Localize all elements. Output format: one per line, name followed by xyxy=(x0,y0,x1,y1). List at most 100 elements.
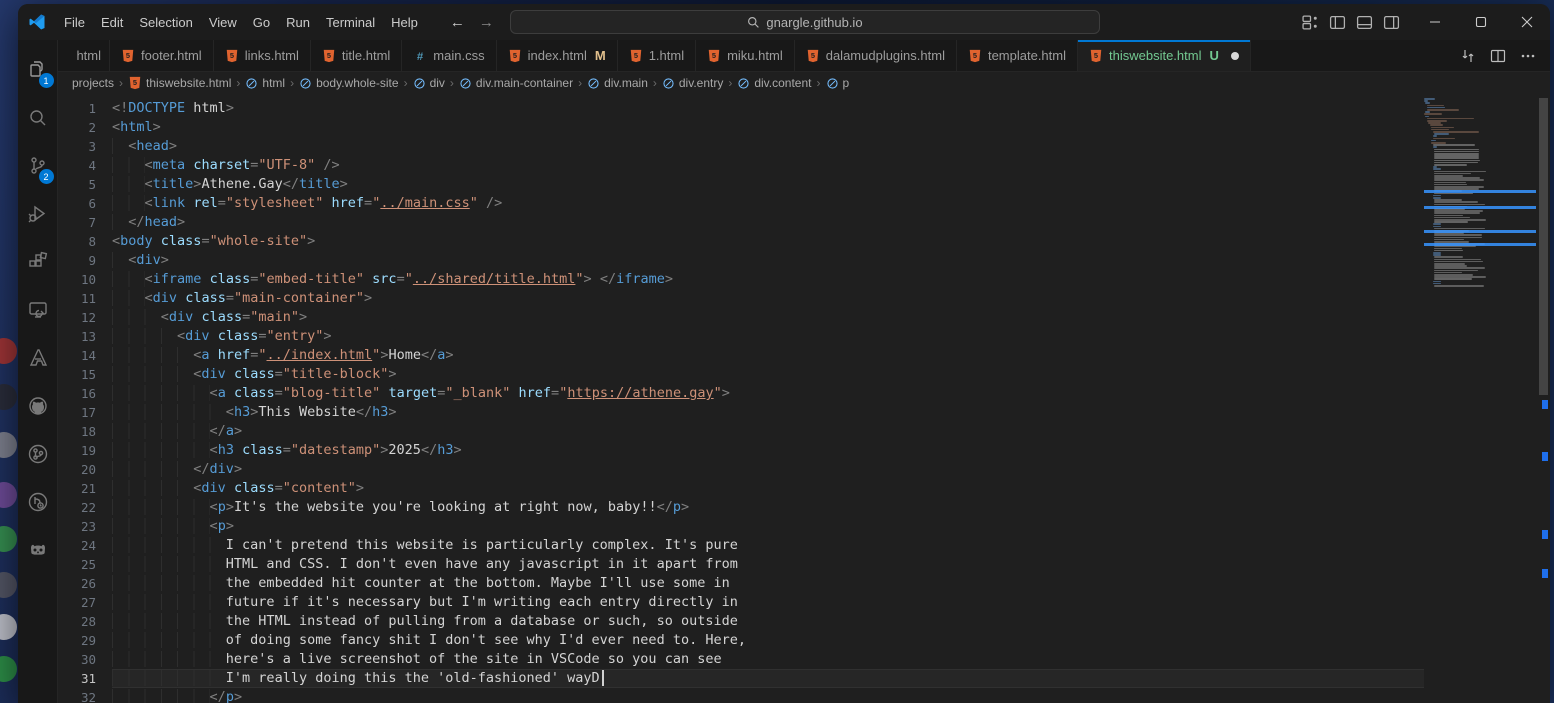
code-line-content[interactable]: <title>Athene.Gay</title> xyxy=(112,175,1424,194)
code-line-content[interactable]: <div class="title-block"> xyxy=(112,365,1424,384)
line-number[interactable]: 18 xyxy=(58,422,112,441)
line-number[interactable]: 31 xyxy=(58,669,112,688)
line-number[interactable]: 9 xyxy=(58,251,112,270)
code-line-10[interactable]: 10 <iframe class="embed-title" src="../s… xyxy=(58,270,1424,289)
menu-view[interactable]: View xyxy=(201,11,245,34)
activity-git-graph[interactable] xyxy=(18,430,58,478)
line-number[interactable]: 30 xyxy=(58,650,112,669)
line-number[interactable]: 13 xyxy=(58,327,112,346)
code-line-21[interactable]: 21 <div class="content"> xyxy=(58,479,1424,498)
code-line-27[interactable]: 27 future if it's necessary but I'm writ… xyxy=(58,593,1424,612)
menu-go[interactable]: Go xyxy=(245,11,278,34)
code-line-content[interactable]: the embedded hit counter at the bottom. … xyxy=(112,574,1424,593)
toggle-panel-icon[interactable] xyxy=(1356,14,1373,31)
open-changes-icon[interactable] xyxy=(1460,48,1476,64)
forward-button[interactable]: → xyxy=(479,14,494,31)
line-number[interactable]: 11 xyxy=(58,289,112,308)
line-number[interactable]: 24 xyxy=(58,536,112,555)
unsaved-dot-icon[interactable] xyxy=(1231,52,1239,60)
line-number[interactable]: 26 xyxy=(58,574,112,593)
tab-title.html[interactable]: 5title.html xyxy=(311,40,402,71)
code-line-content[interactable]: <div class="entry"> xyxy=(112,327,1424,346)
split-editor-icon[interactable] xyxy=(1490,48,1506,64)
menu-selection[interactable]: Selection xyxy=(131,11,200,34)
activity-search[interactable] xyxy=(18,94,58,142)
tab-1.html[interactable]: 51.html xyxy=(618,40,696,71)
breadcrumb-item-projects[interactable]: projects xyxy=(72,76,114,90)
code-line-24[interactable]: 24 I can't pretend this website is parti… xyxy=(58,536,1424,555)
code-line-content[interactable]: <p> xyxy=(112,517,1424,536)
line-number[interactable]: 10 xyxy=(58,270,112,289)
code-line-content[interactable]: <div class="main"> xyxy=(112,308,1424,327)
code-line-content[interactable]: </p> xyxy=(112,688,1424,703)
code-line-16[interactable]: 16 <a class="blog-title" target="_blank"… xyxy=(58,384,1424,403)
line-number[interactable]: 3 xyxy=(58,137,112,156)
code-line-content[interactable]: <a class="blog-title" target="_blank" hr… xyxy=(112,384,1424,403)
close-button[interactable] xyxy=(1504,4,1550,40)
activity-run-debug[interactable] xyxy=(18,190,58,238)
code-line-1[interactable]: 1<!DOCTYPE html> xyxy=(58,99,1424,118)
code-line-content[interactable]: the HTML instead of pulling from a datab… xyxy=(112,612,1424,631)
code-line-content[interactable]: I'm really doing this the 'old-fashioned… xyxy=(112,669,1424,688)
activity-godot-tools[interactable] xyxy=(18,526,58,574)
code-line-23[interactable]: 23 <p> xyxy=(58,517,1424,536)
code-line-content[interactable]: <div class="content"> xyxy=(112,479,1424,498)
code-line-12[interactable]: 12 <div class="main"> xyxy=(58,308,1424,327)
line-number[interactable]: 27 xyxy=(58,593,112,612)
customize-layout-icon[interactable] xyxy=(1302,14,1319,31)
command-center-search[interactable]: gnargle.github.io xyxy=(510,10,1100,34)
menu-edit[interactable]: Edit xyxy=(93,11,131,34)
code-line-30[interactable]: 30 here's a live screenshot of the site … xyxy=(58,650,1424,669)
breadcrumb-item-p[interactable]: p xyxy=(826,76,850,90)
tab-miku.html[interactable]: 5miku.html xyxy=(696,40,795,71)
code-line-content[interactable]: I can't pretend this website is particul… xyxy=(112,536,1424,555)
code-line-11[interactable]: 11 <div class="main-container"> xyxy=(58,289,1424,308)
code-line-content[interactable]: <a href="../index.html">Home</a> xyxy=(112,346,1424,365)
menu-file[interactable]: File xyxy=(56,11,93,34)
code-line-15[interactable]: 15 <div class="title-block"> xyxy=(58,365,1424,384)
activity-extensions[interactable] xyxy=(18,238,58,286)
menu-run[interactable]: Run xyxy=(278,11,318,34)
code-line-content[interactable]: <html> xyxy=(112,118,1424,137)
code-line-content[interactable]: <head> xyxy=(112,137,1424,156)
breadcrumb-item-div[interactable]: div xyxy=(413,76,445,90)
tab-thiswebsite.html[interactable]: 5thiswebsite.htmlU xyxy=(1078,40,1251,71)
activity-azure[interactable] xyxy=(18,334,58,382)
tab-main.css[interactable]: #main.css xyxy=(402,40,496,71)
breadcrumb-item-div.main[interactable]: div.main xyxy=(587,76,648,90)
line-number[interactable]: 7 xyxy=(58,213,112,232)
code-line-content[interactable]: <h3>This Website</h3> xyxy=(112,403,1424,422)
tab-dalamudplugins.html[interactable]: 5dalamudplugins.html xyxy=(795,40,957,71)
line-number[interactable]: 28 xyxy=(58,612,112,631)
code-line-content[interactable]: </div> xyxy=(112,460,1424,479)
line-number[interactable]: 20 xyxy=(58,460,112,479)
code-line-8[interactable]: 8<body class="whole-site"> xyxy=(58,232,1424,251)
code-line-content[interactable]: <body class="whole-site"> xyxy=(112,232,1424,251)
code-line-19[interactable]: 19 <h3 class="datestamp">2025</h3> xyxy=(58,441,1424,460)
code-line-content[interactable]: <div class="main-container"> xyxy=(112,289,1424,308)
tab-template.html[interactable]: 5template.html xyxy=(957,40,1078,71)
code-line-14[interactable]: 14 <a href="../index.html">Home</a> xyxy=(58,346,1424,365)
code-line-20[interactable]: 20 </div> xyxy=(58,460,1424,479)
code-editor[interactable]: 1<!DOCTYPE html>2<html>3 <head>4 <meta c… xyxy=(58,94,1550,703)
breadcrumb-item-body.whole-site[interactable]: body.whole-site xyxy=(299,76,399,90)
code-area[interactable]: 1<!DOCTYPE html>2<html>3 <head>4 <meta c… xyxy=(58,99,1424,703)
code-line-26[interactable]: 26 the embedded hit counter at the botto… xyxy=(58,574,1424,593)
minimap[interactable] xyxy=(1424,98,1538,698)
menu-terminal[interactable]: Terminal xyxy=(318,11,383,34)
line-number[interactable]: 15 xyxy=(58,365,112,384)
vertical-scrollbar[interactable] xyxy=(1538,98,1550,695)
line-number[interactable]: 8 xyxy=(58,232,112,251)
menu-help[interactable]: Help xyxy=(383,11,426,34)
line-number[interactable]: 19 xyxy=(58,441,112,460)
code-line-3[interactable]: 3 <head> xyxy=(58,137,1424,156)
line-number[interactable]: 5 xyxy=(58,175,112,194)
code-line-32[interactable]: 32 </p> xyxy=(58,688,1424,703)
line-number[interactable]: 6 xyxy=(58,194,112,213)
tab-links.html[interactable]: 5links.html xyxy=(214,40,311,71)
code-line-content[interactable]: HTML and CSS. I don't even have any java… xyxy=(112,555,1424,574)
code-line-5[interactable]: 5 <title>Athene.Gay</title> xyxy=(58,175,1424,194)
line-number[interactable]: 29 xyxy=(58,631,112,650)
code-line-28[interactable]: 28 the HTML instead of pulling from a da… xyxy=(58,612,1424,631)
back-button[interactable]: ← xyxy=(450,14,465,31)
